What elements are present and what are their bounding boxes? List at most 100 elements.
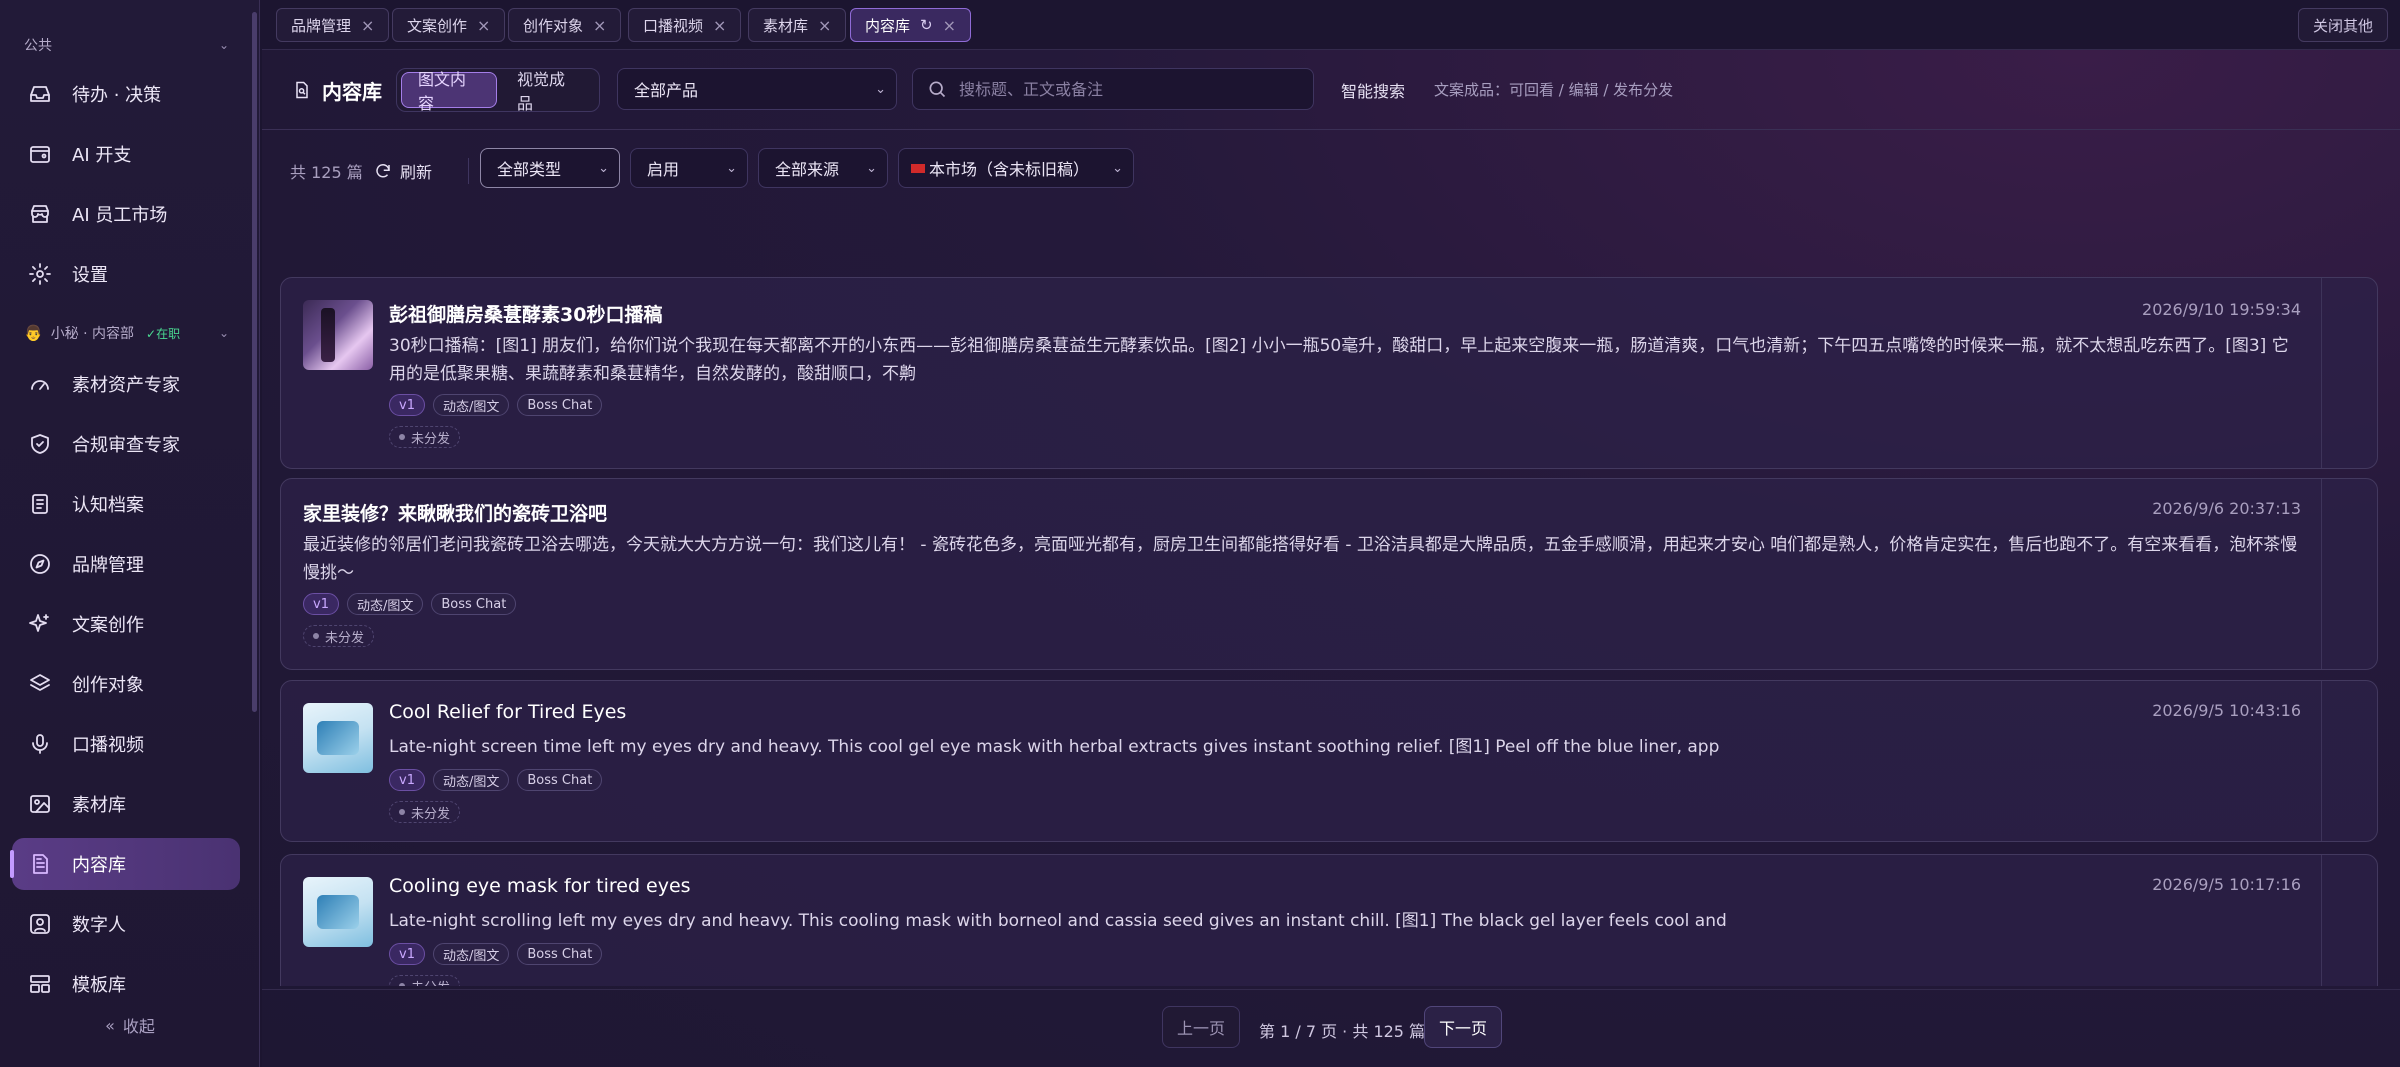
distribution-status: 未分发 (389, 975, 461, 987)
sparkle-icon (29, 614, 49, 632)
content-list: 彭祖御膳房桑葚酵素30秒口播稿 2026/9/10 19:59:34 30秒口播… (280, 226, 2378, 986)
market-filter-select[interactable]: 本市场（含未标旧稿） ⌄ (898, 148, 1134, 188)
type-tag: 动态/图文 (432, 394, 510, 416)
sidebar-item-label: 待办 · 决策 (72, 85, 162, 106)
content-card[interactable]: Cool Relief for Tired Eyes 2026/9/5 10:4… (280, 680, 2378, 842)
filter-bar: 共 125 篇 刷新 全部类型 ⌄ 启用 ⌄ 全部来源 ⌄ 本市场（含未标旧稿）… (262, 130, 2400, 216)
search-box[interactable] (912, 68, 1314, 110)
sidebar-item-todo[interactable]: 待办 · 决策 (12, 68, 240, 120)
main-panel: 内容库 图文内容 视觉成品 全部产品 ⌄ 智能搜索 文案成品：可回看 / 编辑 … (262, 50, 2400, 1067)
next-page-button[interactable]: 下一页 (1424, 1006, 1503, 1048)
source-tag: Boss Chat (517, 394, 603, 416)
sidebar-item-creation-target[interactable]: 创作对象 (12, 658, 240, 710)
status-filter-select[interactable]: 启用 ⌄ (630, 148, 748, 188)
version-tag: v1 (389, 394, 425, 416)
sidebar-item-content-library[interactable]: 内容库 (10, 838, 240, 890)
content-header: 内容库 图文内容 视觉成品 全部产品 ⌄ 智能搜索 文案成品：可回看 / 编辑 … (262, 50, 2400, 130)
shield-icon (31, 434, 49, 454)
content-card[interactable]: 家里装修？来瞅瞅我们的瓷砖卫浴吧 2026/9/6 20:37:13 最近装修的… (280, 478, 2378, 670)
source-filter-select[interactable]: 全部来源 ⌄ (758, 148, 888, 188)
smart-search-button[interactable]: 智能搜索 (1341, 78, 1405, 102)
sidebar-item-voice-video[interactable]: 口播视频 (12, 718, 240, 770)
layers-icon (30, 674, 50, 691)
sidebar-item-copywriting[interactable]: 文案创作 (12, 598, 240, 650)
close-icon[interactable]: × (943, 16, 956, 35)
sidebar-item-asset-expert[interactable]: 素材资产专家 (12, 358, 240, 410)
sidebar-item-label: AI 开支 (72, 145, 132, 166)
product-select[interactable]: 全部产品 ⌄ (617, 68, 897, 110)
sidebar-item-brand[interactable]: 品牌管理 (12, 538, 240, 590)
pagination: 上一页 第 1 / 7 页 · 共 125 篇 下一页 (262, 989, 2400, 1067)
content-card[interactable]: Cooling eye mask for tired eyes 2026/9/5… (280, 854, 2378, 986)
chevron-down-icon: ⌄ (218, 326, 229, 340)
gear-icon (29, 263, 51, 285)
card-body: 30秒口播稿：[图1] 朋友们，给你们说个我现在每天都离不开的小东西——彭祖御膳… (389, 336, 2289, 384)
card-tags: v1 动态/图文 Boss Chat (389, 394, 603, 416)
sidebar-group-dept[interactable]: 👨 小秘 · 内容部 ✓在职 ⌄ (24, 319, 229, 347)
prev-page-button[interactable]: 上一页 (1162, 1006, 1241, 1048)
page-info: 第 1 / 7 页 · 共 125 篇 (1259, 1022, 1426, 1041)
sidebar-item-ai-market[interactable]: AI 员工市场 (12, 188, 240, 240)
sidebar-scrollbar[interactable] (252, 12, 257, 712)
sidebar-item-label: 认知档案 (72, 495, 144, 516)
collapse-label: 收起 (122, 1017, 155, 1036)
type-tag: 动态/图文 (346, 593, 424, 615)
sidebar-group-public[interactable]: 公共 ⌄ (24, 31, 229, 59)
source-tag: Boss Chat (431, 593, 517, 615)
tab-label: 口播视频 (643, 16, 704, 35)
close-icon[interactable]: × (713, 16, 726, 35)
toggle-graphic-content[interactable]: 图文内容 (401, 70, 497, 113)
reload-icon[interactable]: ↻ (920, 16, 933, 34)
chevron-down-icon: ⌄ (598, 160, 609, 176)
card-body: Late-night scrolling left my eyes dry an… (389, 911, 1727, 931)
sidebar-item-template-library[interactable]: 模板库 (12, 958, 240, 1010)
close-icon[interactable]: × (477, 16, 490, 35)
sidebar-item-settings[interactable]: 设置 (12, 248, 240, 300)
close-icon[interactable]: × (361, 16, 374, 35)
sidebar-item-asset-library[interactable]: 素材库 (12, 778, 240, 830)
type-filter-select[interactable]: 全部类型 ⌄ (480, 148, 620, 188)
market-filter-value: 本市场（含未标旧稿） (929, 160, 1090, 179)
type-filter-value: 全部类型 (497, 160, 562, 179)
tab-creation-target[interactable]: 创作对象 × (508, 8, 622, 42)
distribution-status-label: 未分发 (411, 977, 450, 987)
sidebar-item-ai-spend[interactable]: AI 开支 (12, 128, 240, 180)
sidebar-item-cognition[interactable]: 认知档案 (12, 478, 240, 530)
close-icon[interactable]: × (593, 16, 606, 35)
card-tags: v1 动态/图文 Boss Chat (389, 943, 603, 965)
tab-label: 创作对象 (523, 16, 584, 35)
card-timestamp: 2026/9/5 10:17:16 (2152, 875, 2301, 894)
tab-copywriting[interactable]: 文案创作 × (392, 8, 506, 42)
user-square-icon (30, 914, 50, 934)
sidebar-item-digital-human[interactable]: 数字人 (12, 898, 240, 950)
distribution-status: 未分发 (389, 426, 461, 448)
content-card[interactable]: 彭祖御膳房桑葚酵素30秒口播稿 2026/9/10 19:59:34 30秒口播… (280, 277, 2378, 469)
sidebar-item-label: 模板库 (72, 975, 126, 996)
search-icon (929, 81, 946, 98)
sidebar-collapse-button[interactable]: « 收起 (0, 1010, 260, 1040)
toggle-visual-output[interactable]: 视觉成品 (501, 70, 595, 113)
version-tag: v1 (389, 769, 425, 791)
tab-brand[interactable]: 品牌管理 × (276, 8, 390, 42)
sidebar-item-compliance-expert[interactable]: 合规审查专家 (12, 418, 240, 470)
version-tag: v1 (303, 593, 339, 615)
header-hint: 文案成品：可回看 / 编辑 / 发布分发 (1434, 81, 1674, 99)
sidebar-item-label: 创作对象 (72, 675, 144, 696)
page-title-text: 内容库 (322, 79, 382, 104)
tab-voice-video[interactable]: 口播视频 × (628, 8, 742, 42)
document-search-icon (296, 81, 308, 99)
search-input[interactable] (959, 79, 1299, 99)
card-timestamp: 2026/9/5 10:43:16 (2152, 701, 2301, 720)
product-select-value: 全部产品 (634, 81, 699, 100)
card-timestamp: 2026/9/10 19:59:34 (2142, 300, 2301, 319)
close-icon[interactable]: × (818, 16, 831, 35)
close-others-button[interactable]: 关闭其他 (2297, 8, 2388, 42)
chevron-down-icon: ⌄ (726, 160, 737, 176)
sidebar-item-label: 合规审查专家 (72, 435, 180, 456)
tab-asset-library[interactable]: 素材库 × (748, 8, 847, 42)
status-filter-value: 启用 (647, 160, 680, 179)
tab-content-library[interactable]: 内容库 ↻ × (850, 8, 971, 42)
distribution-status: 未分发 (389, 801, 461, 823)
refresh-button[interactable]: 刷新 (374, 156, 432, 186)
result-count: 共 125 篇 (290, 163, 363, 182)
